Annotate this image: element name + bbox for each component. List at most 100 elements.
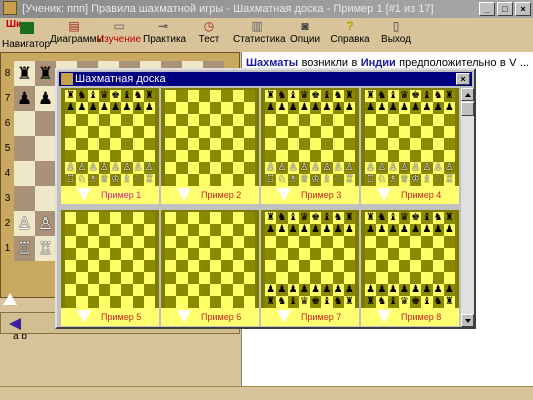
example-piece: ♚ <box>411 296 421 307</box>
scroll-up-button[interactable] <box>461 88 474 101</box>
board-square[interactable] <box>35 161 56 186</box>
example-caption: Пример 2 <box>201 190 242 200</box>
example-square <box>187 296 199 308</box>
example-square <box>65 126 77 138</box>
status-bar <box>0 386 533 400</box>
board-square[interactable] <box>14 111 35 136</box>
example-square <box>187 126 199 138</box>
example-square <box>165 150 177 162</box>
rank-label: 8 <box>4 68 11 79</box>
example-square <box>321 272 333 284</box>
example-board[interactable]: Пример 5 <box>61 210 159 326</box>
scroll-thumb[interactable] <box>461 102 474 116</box>
example-square <box>143 126 155 138</box>
example-square <box>176 102 188 114</box>
example-board[interactable]: ♜ ♞ ♝ ♛ ♚ ♝ ♞ ♜ ♟ ♟ ♟ ♟ ♟ ♟ ♟ ♟ ♟ ♟ ♟ ♟ ♟ ♟ ♟ ♟ ♜ ♞ ♝ ♛ ♚ ♝ ♞ ♜ Пример 8 <box>361 210 459 326</box>
example-piece: ♟ <box>344 224 354 235</box>
example-piece: ♞ <box>433 90 443 101</box>
example-piece: ♟ <box>344 284 354 295</box>
navigator-button[interactable]: Шк Навигатор <box>0 18 50 50</box>
minimize-button[interactable]: _ <box>479 2 495 16</box>
example-square <box>221 126 233 138</box>
toolbar-statistics[interactable]: ▥ Статистика <box>233 18 286 50</box>
example-square <box>432 126 444 138</box>
example-piece: ♟ <box>333 102 343 113</box>
board-square[interactable] <box>14 186 35 211</box>
example-square <box>210 138 222 150</box>
toolbar-exit[interactable]: ▯ Выход <box>381 18 411 50</box>
board-square[interactable] <box>14 136 35 161</box>
chess-piece[interactable]: ♟ <box>35 86 56 111</box>
chess-piece[interactable]: ♜ <box>35 61 56 86</box>
example-square <box>232 296 244 308</box>
example-board[interactable]: ♜ ♞ ♝ ♛ ♚ ♝ ♞ ♜ ♟ ♟ ♟ ♟ ♟ ♟ ♟ ♟ ♙ ♙ ♙ ♙ ♙ ♙ ♙ ♙ ♖ ♘ ♗ ♕ ♔ ♗ ♘ ♖ Пример 3 <box>261 88 359 204</box>
example-square <box>165 174 177 186</box>
example-piece: ♟ <box>266 224 276 235</box>
example-caption: Пример 1 <box>101 190 142 200</box>
board-square[interactable] <box>14 161 35 186</box>
example-board[interactable]: ♜ ♞ ♝ ♛ ♚ ♝ ♞ ♜ ♟ ♟ ♟ ♟ ♟ ♟ ♟ ♟ ♟ ♟ ♟ ♟ ♟ ♟ ♟ ♟ ♜ ♞ ♝ ♛ ♚ ♝ ♞ ♜ Пример 7 <box>261 210 359 326</box>
example-square <box>232 212 244 224</box>
example-square <box>187 260 199 272</box>
example-piece: ♗ <box>388 174 398 185</box>
dialog-close-button[interactable]: × <box>456 73 470 85</box>
example-board[interactable]: Пример 6 <box>161 210 259 326</box>
toolbar-practice[interactable]: ⊸ Практика <box>143 18 186 50</box>
chess-piece[interactable]: ♜ <box>14 61 35 86</box>
example-piece: ♟ <box>422 102 432 113</box>
chess-piece[interactable]: ♖ <box>14 236 35 261</box>
example-board[interactable]: ♜ ♞ ♝ ♛ ♚ ♝ ♞ ♜ ♟ ♟ ♟ ♟ ♟ ♟ ♟ ♟ ♙ ♙ ♙ ♙ ♙ ♙ ♙ ♙ ♖ ♘ ♗ ♕ ♔ ♗ ♘ ♖ Пример 4 <box>361 88 459 204</box>
dialog-icon <box>61 73 73 85</box>
example-square <box>210 174 222 186</box>
board-square[interactable] <box>35 186 56 211</box>
toolbar-help[interactable]: ? Справка <box>330 18 370 50</box>
example-square <box>110 260 122 272</box>
rank-label: 4 <box>4 168 11 179</box>
example-piece: ♟ <box>411 224 421 235</box>
maximize-button[interactable]: □ <box>497 2 513 16</box>
example-square <box>98 248 110 260</box>
example-square <box>265 114 277 126</box>
toolbar-diagrams[interactable]: ▤ Диаграммы <box>50 18 104 50</box>
example-square <box>210 260 222 272</box>
example-square <box>110 126 122 138</box>
example-square <box>176 212 188 224</box>
example-square <box>87 212 99 224</box>
board-arrow-icon[interactable] <box>3 293 17 305</box>
example-square <box>243 174 255 186</box>
example-piece: ♟ <box>366 102 376 113</box>
close-button[interactable]: × <box>515 2 531 16</box>
toolbar-test[interactable]: ◷ Тест <box>196 18 222 50</box>
example-piece: ♟ <box>277 224 287 235</box>
example-square <box>232 248 244 260</box>
example-square <box>98 260 110 272</box>
chess-piece[interactable]: ♟ <box>14 86 35 111</box>
scroll-down-button[interactable] <box>461 314 474 327</box>
example-square <box>398 114 410 126</box>
example-square <box>321 126 333 138</box>
example-square <box>132 138 144 150</box>
toolbar-options[interactable]: ◙ Опции <box>289 18 321 50</box>
example-board[interactable]: Пример 2 <box>161 88 259 204</box>
example-piece: ♖ <box>66 174 76 185</box>
example-square <box>343 248 355 260</box>
example-piece: ♘ <box>333 174 343 185</box>
toolbar-study[interactable]: ▭ Изучение <box>96 18 142 50</box>
previous-arrow-icon[interactable] <box>9 318 21 330</box>
chess-piece[interactable]: ♙ <box>35 211 56 236</box>
chess-piece[interactable]: ♖ <box>35 236 56 261</box>
example-square <box>98 212 110 224</box>
example-square <box>121 236 133 248</box>
example-piece: ♙ <box>311 162 321 173</box>
example-square <box>432 248 444 260</box>
chess-piece[interactable]: ♙ <box>14 211 35 236</box>
dialog-scrollbar[interactable] <box>461 88 474 327</box>
example-piece: ♕ <box>99 174 109 185</box>
example-piece: ♜ <box>344 90 354 101</box>
board-square[interactable] <box>35 111 56 136</box>
example-square <box>65 114 77 126</box>
example-board[interactable]: ♜ ♞ ♝ ♛ ♚ ♝ ♞ ♜ ♟ ♟ ♟ ♟ ♟ ♟ ♟ ♟ ♙ ♙ ♙ ♙ ♙ ♙ ♙ ♙ ♖ ♘ ♗ ♕ ♔ ♗ ♘ ♖ Пример 1 <box>61 88 159 204</box>
example-square <box>310 236 322 248</box>
board-square[interactable] <box>35 136 56 161</box>
example-square <box>143 272 155 284</box>
